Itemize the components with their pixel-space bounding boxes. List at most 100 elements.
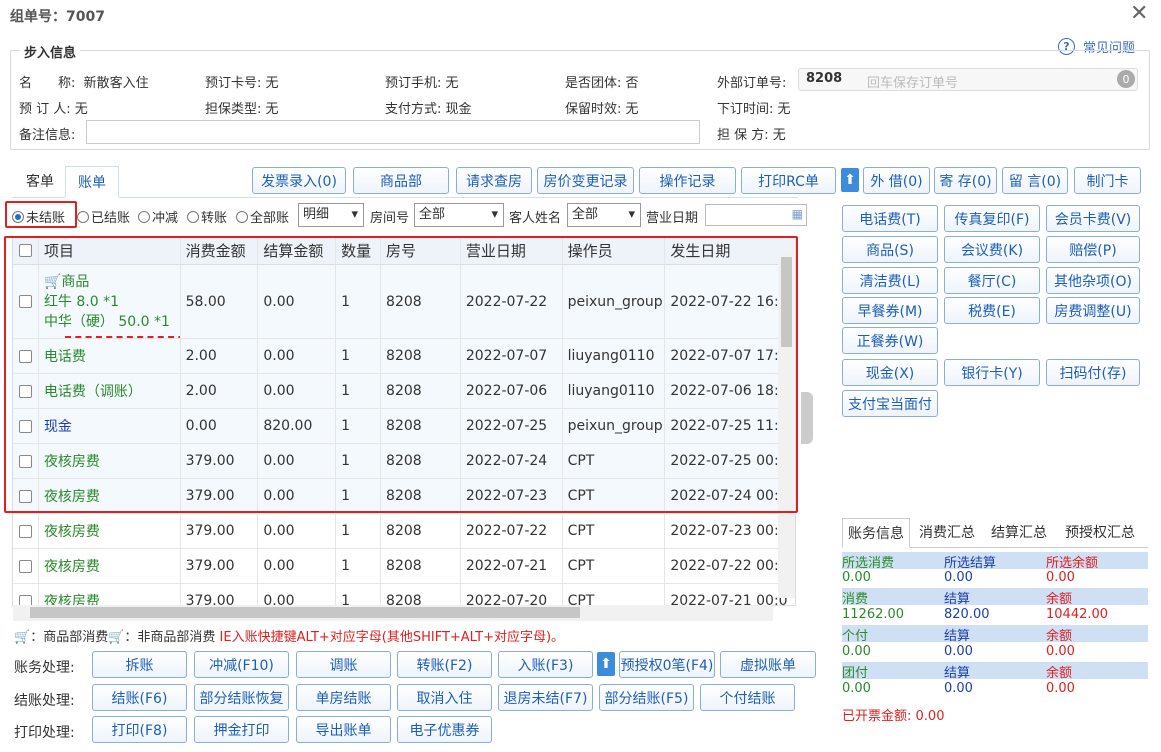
offset-button[interactable]: 冲减(F10) — [194, 651, 289, 678]
guest-filter-label: 客人姓名 — [509, 211, 562, 226]
room-filter-label: 房间号 — [370, 211, 410, 226]
room-select[interactable]: 全部 — [414, 203, 504, 227]
horizontal-scroll-thumb[interactable] — [30, 607, 580, 618]
summary-values: 0.00 0.00 0.00 — [842, 681, 1075, 696]
tab-guest[interactable]: 客单 — [14, 166, 66, 198]
preauth-button[interactable]: 预授权0笔(F4) — [619, 651, 715, 678]
cell-operator: CPT — [563, 514, 666, 548]
tab-bill[interactable]: 账单 — [65, 166, 119, 198]
table-row[interactable]: 夜核房费 379.00 0.00 1 8208 2022-07-22 CPT 2… — [13, 514, 795, 549]
breakfast-coupon-button[interactable]: 早餐券(M) — [842, 297, 938, 324]
cell-qty: 1 — [336, 584, 382, 605]
deposit-print-button[interactable]: 押金打印 — [194, 716, 289, 743]
radio-settled[interactable]: 已结账 — [77, 207, 130, 226]
adjust-button[interactable]: 调账 — [296, 651, 391, 678]
pay-method-field: 支付方式: 现金 — [385, 102, 472, 117]
guest-select[interactable]: 全部 — [567, 203, 641, 227]
export-bill-button[interactable]: 导出账单 — [296, 716, 391, 743]
print-button[interactable]: 打印(F8) — [92, 716, 187, 743]
dialog-title: 组单号：7007 — [10, 9, 105, 25]
print-rc-button[interactable]: 打印RC单 — [741, 167, 836, 194]
detail-select[interactable]: 明细 — [298, 203, 364, 227]
summary-header: 个付 结算 余额 — [842, 625, 1148, 644]
tab-consumption-summary[interactable]: 消费汇总 — [914, 518, 980, 548]
radio-all[interactable]: 全部账 — [236, 207, 289, 226]
checkout-button[interactable]: 结账(F6) — [92, 684, 187, 711]
cell-amount: 379.00 — [181, 584, 259, 605]
print-processing-label: 打印处理: — [14, 725, 75, 741]
message-button[interactable]: 留 言(0) — [1002, 167, 1068, 194]
room-check-button[interactable]: 请求查房 — [456, 167, 532, 194]
scan-pay-button[interactable]: 扫码付(存) — [1046, 359, 1140, 386]
cell-bizdate: 2022-07-20 — [461, 584, 563, 605]
group-field: 是否团体: 否 — [565, 76, 639, 91]
make-card-button[interactable]: 制门卡 — [1074, 167, 1141, 194]
cash-button[interactable]: 现金(X) — [842, 359, 938, 386]
tab-settlement-summary[interactable]: 结算汇总 — [986, 518, 1052, 548]
lend-button[interactable]: 外 借(0) — [863, 167, 930, 194]
partial-checkout-button[interactable]: 部分结账(F5) — [599, 684, 694, 711]
split-bill-button[interactable]: 拆账 — [92, 651, 187, 678]
date-filter-label: 营业日期 — [646, 211, 699, 226]
card-field: 预订卡号: 无 — [205, 76, 279, 91]
cleaning-fee-button[interactable]: 清洁费(L) — [842, 267, 938, 294]
highlight-box — [4, 236, 798, 513]
booking-info-legend: 步入信息 — [20, 42, 81, 61]
cell-qty: 1 — [336, 514, 382, 548]
deposit-button[interactable]: 寄 存(0) — [934, 167, 997, 194]
fax-copy-button[interactable]: 传真复印(F) — [944, 205, 1040, 232]
radio-offset[interactable]: 冲减 — [138, 207, 178, 226]
member-fee-button[interactable]: 会员卡费(V) — [1046, 205, 1140, 232]
e-coupon-button[interactable]: 电子优惠券 — [397, 716, 492, 743]
radio-transfer[interactable]: 转账 — [187, 207, 227, 226]
radio-icon — [187, 210, 199, 223]
cell-settle: 0.00 — [258, 549, 337, 583]
up-arrow-icon[interactable]: ⬆ — [841, 168, 859, 192]
goods-dept-button[interactable]: 商品部 — [353, 167, 449, 194]
post-button[interactable]: 入账(F3) — [498, 651, 593, 678]
invoice-button[interactable]: 发票录入(0) — [252, 167, 346, 194]
room-rate-adjust-button[interactable]: 房费调整(U) — [1046, 297, 1140, 324]
cancel-checkin-button[interactable]: 取消入住 — [397, 684, 492, 711]
partial-restore-button[interactable]: 部分结账恢复 — [194, 684, 289, 711]
misc-button[interactable]: 其他杂项(O) — [1046, 267, 1140, 294]
ext-order-input[interactable] — [798, 68, 1138, 91]
alipay-button[interactable]: 支付宝当面付 — [842, 390, 938, 417]
table-row[interactable]: 夜核房费 379.00 0.00 1 8208 2022-07-20 CPT 2… — [13, 584, 795, 605]
collapse-handle[interactable] — [801, 392, 813, 444]
meal-coupon-button[interactable]: 正餐券(W) — [842, 327, 938, 354]
row-checkbox[interactable] — [18, 524, 32, 538]
compensation-button[interactable]: 赔偿(P) — [1046, 236, 1140, 263]
ext-order-badge: 0 — [1117, 70, 1135, 88]
rate-change-log-button[interactable]: 房价变更记录 — [537, 167, 634, 194]
close-icon[interactable]: ✕ — [1130, 2, 1148, 26]
remark-input[interactable] — [86, 120, 700, 144]
meeting-fee-button[interactable]: 会议费(K) — [944, 236, 1040, 263]
bank-card-button[interactable]: 银行卡(Y) — [944, 359, 1040, 386]
tab-preauth-summary[interactable]: 预授权汇总 — [1060, 518, 1140, 548]
cell-room: 8208 — [381, 514, 461, 548]
table-row[interactable]: 夜核房费 379.00 0.00 1 8208 2022-07-21 CPT 2… — [13, 549, 795, 584]
date-input[interactable]: ▦ — [705, 204, 807, 226]
ext-order-value: 8208 — [806, 71, 843, 86]
calendar-icon[interactable]: ▦ — [792, 207, 803, 221]
virtual-bill-button[interactable]: 虚拟账单 — [720, 651, 816, 678]
cell-operator: CPT — [563, 584, 666, 605]
single-room-checkout-button[interactable]: 单房结账 — [296, 684, 391, 711]
name-field: 名 称: 新散客入住 — [19, 76, 149, 91]
cell-item: 夜核房费 — [39, 549, 181, 583]
goods-charge-button[interactable]: 商品(S) — [842, 236, 938, 263]
phone-fee-button[interactable]: 电话费(T) — [842, 205, 938, 232]
row-checkbox[interactable] — [18, 559, 32, 573]
cell-qty: 1 — [336, 549, 382, 583]
restaurant-button[interactable]: 餐厅(C) — [944, 267, 1040, 294]
highlight-box — [5, 201, 77, 228]
cell-item: 夜核房费 — [39, 514, 181, 548]
tab-account-info[interactable]: 账务信息 — [842, 518, 910, 548]
up-arrow-icon[interactable]: ⬆ — [597, 652, 615, 676]
tax-button[interactable]: 税费(E) — [944, 297, 1040, 324]
operation-log-button[interactable]: 操作记录 — [639, 167, 736, 194]
individual-checkout-button[interactable]: 个付结账 — [700, 684, 795, 711]
checkout-unsettled-button[interactable]: 退房未结(F7) — [498, 684, 593, 711]
transfer-button[interactable]: 转账(F2) — [397, 651, 492, 678]
